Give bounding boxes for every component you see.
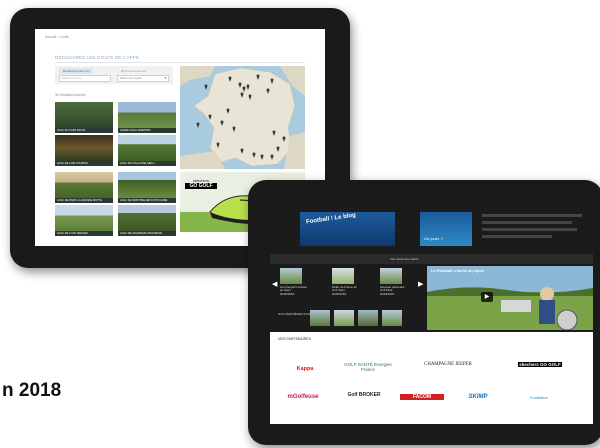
region-select[interactable]: Filtrer par région ▾	[117, 75, 169, 82]
arrow-right-icon[interactable]: ▶	[418, 280, 423, 288]
golf-card-image	[55, 135, 113, 161]
breadcrumb[interactable]: Accueil > Golfs	[45, 35, 68, 39]
golf-card-image	[118, 172, 176, 198]
photo-thumb[interactable]	[310, 310, 330, 326]
where-to-play-banner[interactable]: Où jouer ?	[420, 212, 472, 246]
golf-card[interactable]: GOLF DU FORT ROYAL	[55, 102, 113, 133]
partner-logo-golf-broker[interactable]: Golf BROKER	[344, 392, 384, 398]
partner-logo-champagne[interactable]: CHAMPAGNE JEEPER	[420, 362, 476, 367]
partner-logo-skechers[interactable]: skechers GO GOLF	[518, 362, 562, 367]
tablet2-screen: Football ! Le blog Où jouer ? Voir toute…	[270, 202, 593, 424]
golf-card[interactable]: GOLF DE MONTPELLIER FONTCAUDE	[118, 172, 176, 203]
main-video-title: Le Football s'invite au Open	[431, 268, 485, 273]
golf-card-image	[118, 135, 176, 161]
football-banner[interactable]: Football ! Le blog	[300, 212, 395, 246]
tab-search-by-place[interactable]: Recherche par lieu	[117, 68, 150, 74]
golf-card-caption: GOLF DE MONTPELLIER FONTCAUDE	[118, 198, 176, 203]
tab-search-by-name[interactable]: Recherche par nom	[59, 68, 94, 74]
video-thumb[interactable]	[380, 268, 402, 284]
golf-card-image	[55, 205, 113, 231]
main-video-image	[427, 266, 593, 330]
partners-section-label: NOS PARTENAIRES	[278, 337, 311, 341]
golf-card-caption: JARDIN GOLF AMIENOIS	[118, 128, 176, 133]
video-thumb-date: 02/06/2018	[280, 291, 294, 296]
golf-card-caption: GOLF DE PARIS LA GRANDE MOTTE	[55, 198, 113, 203]
golf-card-caption: GOLF DE LYON VERGER	[55, 231, 113, 236]
main-video-player[interactable]	[427, 266, 593, 330]
banner-title: Football ! Le blog	[305, 212, 357, 226]
photo-thumb[interactable]	[334, 310, 354, 326]
brand-bottom-text: GO GOLF	[185, 183, 217, 189]
text-line	[482, 228, 577, 231]
partner-logo-golf-sante[interactable]: GOLF SANTÉ Energies France	[340, 362, 396, 372]
text-line	[482, 235, 552, 238]
region-select-value: Filtrer par région	[120, 76, 143, 80]
partner-logo-skimp[interactable]: SKIMP	[456, 394, 500, 400]
partner-logo-facom[interactable]: FACOM	[400, 394, 444, 400]
skechers-logo: skechers GO GOLF	[185, 178, 217, 189]
golf-card[interactable]: JARDIN GOLF AMIENOIS	[118, 102, 176, 133]
tablet-device-2: Football ! Le blog Où jouer ? Voir toute…	[248, 180, 600, 445]
golf-card[interactable]: GOLF DE TOULOUSE SEILH	[118, 135, 176, 166]
video-thumb[interactable]	[280, 268, 302, 284]
video-thumb-date: 02/06/2018	[380, 291, 394, 296]
golf-map[interactable]	[180, 66, 305, 169]
photo-thumb[interactable]	[358, 310, 378, 326]
video-thumb-caption: Muller de France au Golf Open 02/06/2018	[332, 285, 360, 296]
text-line	[482, 214, 582, 217]
page-title: DÉCOUVREZ LES GOLFS DE L'AFFS	[55, 55, 139, 60]
golf-card[interactable]: GOLF DE VAUDREUIL PROVENCE	[118, 205, 176, 236]
video-thumb[interactable]	[332, 268, 354, 284]
golf-card-image	[118, 205, 176, 231]
video-thumb-caption: Nouveau partenaire Golf Paris 02/06/2018	[380, 285, 408, 296]
golf-card[interactable]: GOLF DE PARIS LA GRANDE MOTTE	[55, 172, 113, 203]
partner-logo-fondation[interactable]: Fondation	[514, 395, 564, 400]
where-to-play-label: Où jouer ?	[424, 236, 443, 241]
golf-card-caption: GOLF DU FORT ROYAL	[55, 128, 113, 133]
title-divider	[55, 62, 305, 63]
video-section-bar: Voir toutes les vidéos	[270, 254, 593, 264]
video-thumb-date: 02/06/2018	[332, 291, 346, 296]
golf-card-image	[55, 172, 113, 198]
partner-logo-kappa[interactable]: Kappa	[280, 366, 330, 372]
golf-card-image	[55, 102, 113, 128]
golf-card-caption: GOLF DE L'OM TOURNOI	[55, 161, 113, 166]
video-thumb-caption: Les Footgolf s'invitent au Open 02/06/20…	[280, 285, 308, 296]
golf-card-caption: GOLF DE VAUDREUIL PROVENCE	[118, 231, 176, 236]
search-filter-bar: Recherche par nom Recherche par lieu Ent…	[55, 66, 173, 84]
golf-card[interactable]: GOLF DE LYON VERGER	[55, 205, 113, 236]
play-icon[interactable]: ▶	[481, 292, 493, 302]
text-line	[482, 221, 572, 224]
arrow-left-icon[interactable]: ◀	[272, 280, 277, 288]
golf-card[interactable]: GOLF DE L'OM TOURNOI	[55, 135, 113, 166]
photo-thumb[interactable]	[382, 310, 402, 326]
result-count: 30 résultats trouvés	[55, 93, 86, 97]
map-graphic	[180, 66, 305, 169]
partner-logo-mgolfeuse[interactable]: mGolfeuse	[278, 394, 328, 400]
golf-card-caption: GOLF DE TOULOUSE SEILH	[118, 161, 176, 166]
year-caption: n 2018	[2, 380, 62, 401]
all-videos-link[interactable]: Voir toutes les vidéos	[390, 257, 418, 261]
golf-card-image	[118, 102, 176, 128]
search-input[interactable]: Entrez un nom	[59, 75, 111, 82]
chevron-down-icon: ▾	[164, 76, 166, 80]
